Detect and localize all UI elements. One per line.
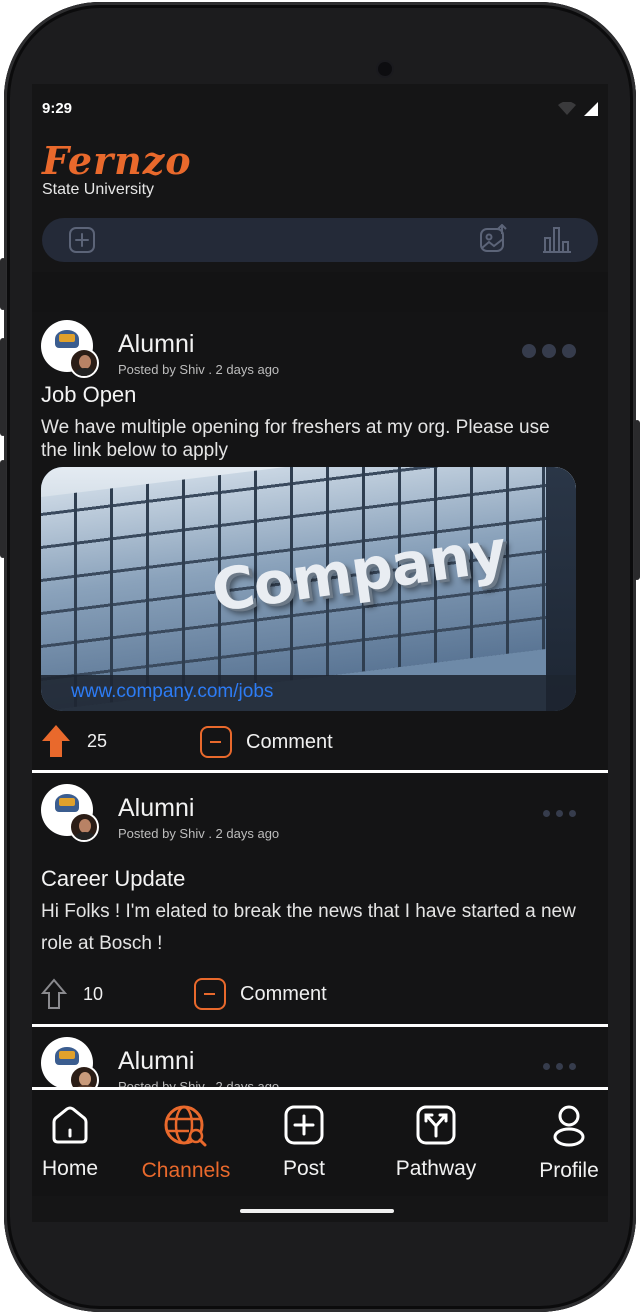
- post-author[interactable]: Alumni: [118, 330, 194, 359]
- user-icon: [553, 1105, 585, 1147]
- upvote-filled-icon[interactable]: [41, 724, 71, 758]
- link-url[interactable]: www.company.com/jobs: [71, 681, 273, 703]
- comment-button[interactable]: Comment: [200, 726, 333, 758]
- image-upload-icon[interactable]: [478, 224, 508, 254]
- university-name: State University: [42, 181, 155, 198]
- post-meta: Posted by Shiv . 2 days ago: [118, 362, 280, 377]
- status-icons: [558, 102, 598, 116]
- post-title: Job Open: [41, 382, 137, 407]
- post-actions: 25 Comment: [32, 722, 608, 762]
- tab-label: Pathway: [395, 1157, 477, 1180]
- link-bar[interactable]: www.company.com/jobs: [41, 675, 576, 711]
- post-body: Hi Folks ! I'm elated to break the news …: [41, 901, 576, 954]
- user-avatar: [69, 812, 99, 842]
- tab-label: Profile: [539, 1159, 599, 1182]
- tab-profile[interactable]: Profile: [514, 1104, 608, 1183]
- tab-label: Channels: [141, 1159, 231, 1182]
- tab-label: Home: [41, 1157, 99, 1180]
- post-card[interactable]: Alumni Posted by Shiv . 2 days ago Job O…: [32, 312, 608, 770]
- status-bar: 9:29: [42, 100, 598, 120]
- post-title: Career Update: [41, 866, 186, 891]
- bottom-tab-bar: Home Channels Post Pathway Profile: [32, 1090, 608, 1196]
- fork-arrow-icon: [416, 1105, 456, 1145]
- more-options-icon[interactable]: [522, 344, 576, 358]
- comment-label: Comment: [240, 982, 327, 1005]
- avatar[interactable]: [41, 320, 99, 378]
- vote-count: 10: [83, 983, 104, 1004]
- post-actions: 10 Comment: [32, 978, 608, 1018]
- post-meta: Posted by Shiv . 2 days ago: [118, 826, 280, 841]
- vote-count: 25: [87, 730, 108, 751]
- comment-icon: [200, 726, 232, 758]
- app-screen: 9:29 Fernzo State University Alumni Post…: [32, 84, 608, 1222]
- upvote-control[interactable]: 10: [41, 978, 103, 1010]
- status-time: 9:29: [42, 100, 73, 117]
- more-options-icon[interactable]: [543, 810, 576, 817]
- home-indicator[interactable]: [240, 1209, 394, 1213]
- front-camera: [378, 62, 392, 76]
- user-avatar: [69, 348, 99, 378]
- upvote-outline-icon[interactable]: [41, 978, 67, 1010]
- comment-button[interactable]: Comment: [194, 978, 327, 1010]
- post-card[interactable]: Alumni Posted by Shiv . 2 days ago Caree…: [32, 774, 608, 1024]
- more-options-icon[interactable]: [543, 1063, 576, 1070]
- tab-pathway[interactable]: Pathway: [381, 1104, 491, 1181]
- tab-home[interactable]: Home: [32, 1104, 125, 1181]
- link-preview[interactable]: Company www.company.com/jobs: [41, 467, 576, 711]
- post-author[interactable]: Alumni: [118, 794, 194, 823]
- post-meta: Posted by Shiv . 2 days ago: [118, 1079, 280, 1087]
- signal-icon: [584, 102, 598, 116]
- globe-search-icon: [164, 1105, 207, 1147]
- bar-chart-icon[interactable]: [542, 224, 572, 254]
- volume-up-button: [0, 338, 6, 436]
- tab-label: Post: [282, 1157, 326, 1180]
- post-author[interactable]: Alumni: [118, 1047, 194, 1076]
- avatar[interactable]: [41, 1037, 99, 1087]
- avatar[interactable]: [41, 784, 99, 842]
- upvote-control[interactable]: 25: [41, 724, 107, 758]
- post-body: We have multiple opening for freshers at…: [41, 417, 550, 461]
- mute-switch: [0, 258, 6, 310]
- app-logo: Fernzo: [42, 138, 192, 183]
- comment-label: Comment: [246, 730, 333, 753]
- user-avatar: [69, 1065, 99, 1087]
- tab-post[interactable]: Post: [249, 1104, 359, 1181]
- volume-down-button: [0, 460, 6, 558]
- app-brand: Fernzo State University: [42, 138, 192, 199]
- feed-spacer: [32, 272, 608, 312]
- add-square-icon[interactable]: [68, 226, 96, 254]
- tab-channels[interactable]: Channels: [131, 1104, 241, 1183]
- plus-square-icon: [284, 1105, 324, 1145]
- comment-icon: [194, 978, 226, 1010]
- power-button: [634, 420, 640, 580]
- home-icon: [52, 1106, 88, 1144]
- post-divider: [32, 770, 608, 773]
- post-card[interactable]: Alumni Posted by Shiv . 2 days ago: [32, 1027, 608, 1087]
- composer-bar[interactable]: [42, 218, 598, 262]
- wifi-icon: [558, 102, 576, 115]
